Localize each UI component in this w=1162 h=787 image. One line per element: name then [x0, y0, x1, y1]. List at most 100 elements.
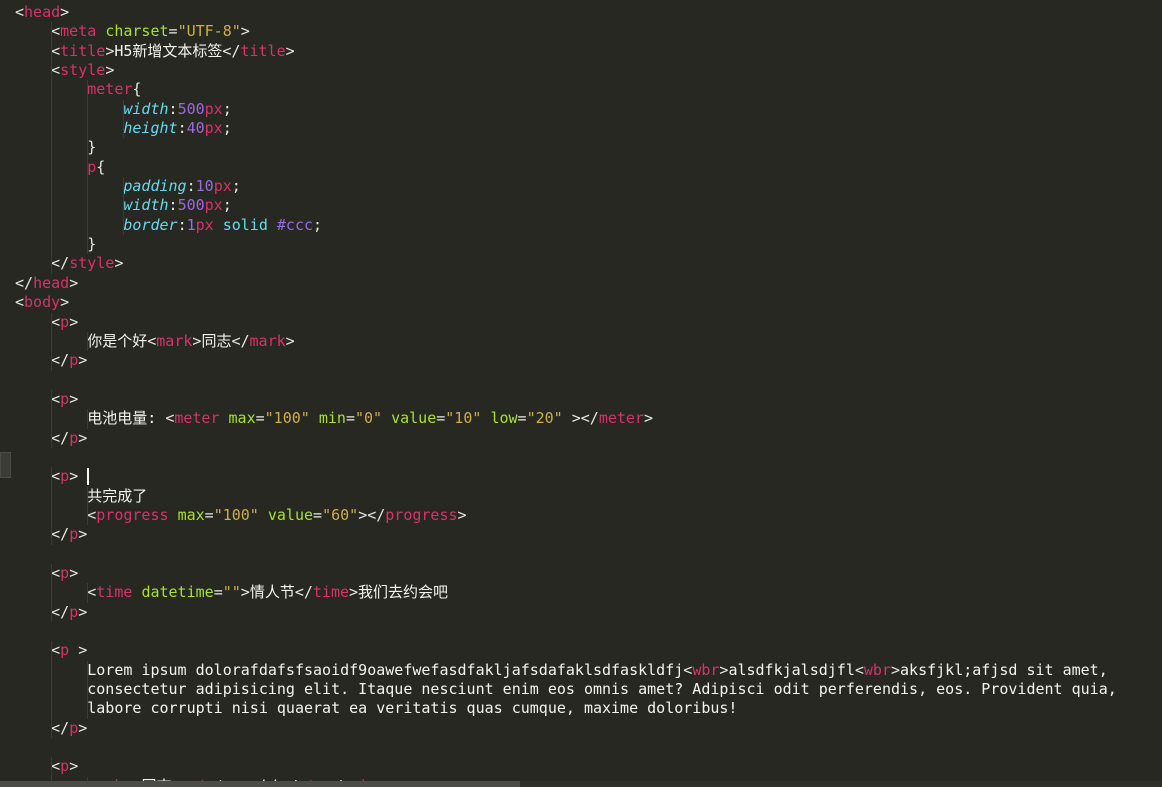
code-token-str: "UTF-8"	[177, 22, 241, 41]
code-token-prop: height	[15, 119, 178, 138]
indent-guide	[51, 660, 53, 681]
code-token-str: ""	[222, 583, 241, 602]
code-line[interactable]: <time datetime="">情人节</time>我们去约会吧	[15, 583, 1117, 603]
vertical-scrollbar-thumb[interactable]	[0, 452, 11, 478]
code-token-str: "10"	[445, 409, 482, 428]
code-line[interactable]: height:40px;	[15, 119, 1117, 139]
code-token-attr: max	[228, 409, 256, 428]
code-line[interactable]: </p>	[15, 602, 1117, 622]
indent-guide	[51, 138, 53, 158]
code-line[interactable]: <style>	[15, 61, 1117, 81]
code-token-text: 同志	[201, 331, 232, 350]
code-line[interactable]: 电池电量: <meter max="100" min="0" value="10…	[15, 409, 1117, 429]
code-line[interactable]: </p>	[15, 351, 1117, 371]
code-line[interactable]: p{	[15, 157, 1117, 178]
code-line[interactable]: <p >	[15, 641, 1117, 661]
code-line[interactable]: border:1px solid #ccc;	[15, 215, 1117, 236]
code-token-punct: <	[15, 563, 61, 582]
code-token-unit: px	[213, 177, 232, 196]
code-line[interactable]: 共完成了	[15, 486, 1117, 506]
indent-guide	[51, 428, 53, 448]
code-surface[interactable]: <head> <meta charset="UTF-8"> <title>H5新…	[15, 0, 1162, 787]
indent-guide	[51, 505, 53, 526]
code-line[interactable]: <title>H5新增文本标签</title>	[15, 41, 1117, 62]
code-token-punct: >	[78, 525, 88, 544]
code-token-punct: ;	[313, 215, 323, 234]
code-line[interactable]: }	[15, 138, 1117, 158]
code-editor[interactable]: <head> <meta charset="UTF-8"> <title>H5新…	[0, 0, 1162, 787]
code-line[interactable]: <body>	[15, 293, 1117, 312]
code-line[interactable]: consectetur adipisicing elit. Itaque nes…	[15, 680, 1117, 700]
code-line[interactable]: labore corrupti nisi quaerat ea veritati…	[15, 699, 1117, 719]
code-line[interactable]: meter{	[15, 80, 1117, 100]
code-line[interactable]: <p>	[15, 312, 1117, 332]
indent-guide	[87, 119, 89, 139]
code-token-punct: <	[15, 312, 61, 331]
code-token-punct: >	[69, 641, 88, 660]
code-line[interactable]: <p>	[15, 467, 1117, 487]
indent-guide	[123, 215, 125, 236]
indent-guide	[51, 61, 53, 81]
code-line[interactable]: </style>	[15, 254, 1117, 274]
indent-guide	[51, 99, 53, 120]
code-token-punct: :	[168, 99, 178, 118]
code-token-tag: wbr	[692, 660, 720, 679]
code-line[interactable]	[15, 545, 1117, 564]
indent-guide	[123, 196, 125, 216]
code-token-unit: px	[204, 99, 223, 118]
indent-guide	[51, 583, 53, 603]
code-token-punct: :	[177, 119, 187, 138]
code-token-punct: >	[78, 602, 88, 621]
horizontal-scrollbar-thumb[interactable]	[0, 781, 520, 787]
code-line[interactable]: }	[15, 235, 1117, 255]
code-token-tag: p	[69, 428, 79, 447]
code-lines[interactable]: <head> <meta charset="UTF-8"> <title>H5新…	[15, 3, 1117, 787]
code-line[interactable]	[15, 448, 1117, 467]
code-token-punct: <	[15, 641, 61, 660]
code-token-punct: <	[15, 505, 97, 524]
indent-guide	[51, 331, 53, 352]
code-token-punct: =	[517, 409, 527, 428]
code-line[interactable]: <p>	[15, 563, 1117, 584]
code-line[interactable]: <p>	[15, 389, 1117, 410]
code-line[interactable]: </p>	[15, 525, 1117, 545]
code-line[interactable]: </head>	[15, 274, 1117, 293]
code-token-text: labore corrupti nisi quaerat ea veritati…	[15, 699, 738, 718]
code-token-punct: ;	[231, 177, 241, 196]
code-line[interactable]: width:500px;	[15, 196, 1117, 216]
code-token-punct: <	[165, 409, 175, 428]
code-line[interactable]	[15, 622, 1117, 641]
code-line[interactable]	[15, 738, 1117, 757]
code-token-punct: >	[285, 331, 295, 350]
text-caret	[87, 468, 90, 486]
code-token-punct: =	[345, 409, 355, 428]
code-token-punct: =	[313, 505, 323, 524]
code-token-unit: px	[204, 119, 223, 138]
horizontal-scrollbar-track[interactable]	[0, 781, 1162, 787]
code-line[interactable]: <p>	[15, 757, 1117, 777]
code-token-punct: >	[69, 312, 79, 331]
code-token-tag: p	[60, 467, 70, 486]
code-token-tag: meter	[598, 409, 644, 428]
code-token-punct: <	[147, 331, 157, 350]
code-line[interactable]	[15, 371, 1117, 390]
code-token-text: consectetur adipisicing elit. Itaque nes…	[15, 680, 1117, 699]
code-line[interactable]: padding:10px;	[15, 177, 1117, 197]
code-token-punct: >	[69, 563, 79, 582]
code-token-tag: p	[60, 312, 70, 331]
code-line[interactable]: </p>	[15, 718, 1117, 739]
code-token-tag: title	[60, 41, 106, 60]
code-line[interactable]: 你是个好<mark>同志</mark>	[15, 331, 1117, 352]
code-line[interactable]: width:500px;	[15, 99, 1117, 120]
code-line[interactable]: <meta charset="UTF-8">	[15, 22, 1117, 42]
code-line[interactable]: </p>	[15, 428, 1117, 448]
indent-guide	[87, 215, 89, 236]
code-token-text: 我们去约会吧	[358, 583, 449, 602]
code-line[interactable]: <progress max="100" value="60"></progres…	[15, 505, 1117, 526]
code-line[interactable]: Lorem ipsum dolorafdafsfsaoidf9oawefwefa…	[15, 660, 1117, 681]
code-token-unit: px	[204, 196, 223, 215]
code-line[interactable]: <head>	[15, 3, 1117, 22]
code-token-tag: p	[60, 641, 70, 660]
code-token-punct: </	[15, 428, 70, 447]
